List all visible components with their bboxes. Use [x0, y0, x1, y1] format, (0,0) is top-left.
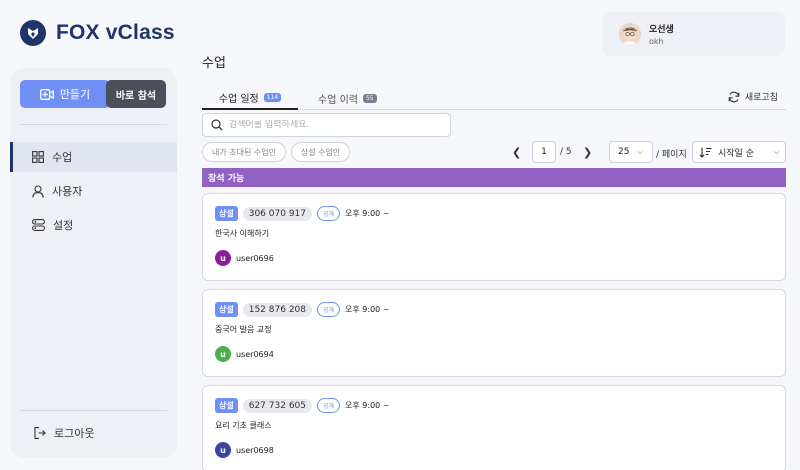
class-time: 오후 9:00 ~ — [345, 209, 390, 218]
sidebar-item-label: 설정 — [53, 219, 74, 232]
search-icon — [211, 119, 223, 131]
current-page-input[interactable]: 1 — [532, 141, 556, 163]
logout-label: 로그아웃 — [54, 427, 95, 440]
sidebar-item-settings[interactable]: 설정 — [10, 210, 177, 240]
host-name: user0694 — [236, 349, 274, 359]
class-code: 627 732 605 — [242, 398, 312, 413]
join-now-button[interactable]: 바로 참석 — [106, 80, 166, 108]
tab-count-badge: 114 — [263, 92, 282, 102]
tab-history[interactable]: 수업 이력 55 — [318, 86, 377, 110]
sidebar-divider — [20, 124, 167, 125]
sidebar-item-users[interactable]: 사용자 — [10, 176, 177, 206]
visibility-badge: 공개 — [317, 302, 341, 317]
visibility-badge: 공개 — [317, 398, 341, 413]
sort-value: 시작일 순 — [718, 148, 754, 159]
user-profile-card[interactable]: 오선생 okh — [603, 12, 785, 56]
video-add-icon — [39, 88, 54, 100]
sidebar-item-label: 수업 — [52, 151, 73, 164]
section-header-available: 참석 가능 — [202, 168, 786, 187]
class-time: 오후 9:00 ~ — [345, 401, 390, 410]
create-class-button[interactable]: 만들기 — [20, 80, 110, 108]
tab-label: 수업 이력 — [318, 94, 358, 106]
class-card[interactable]: 상설 627 732 605 공개 오후 9:00 ~ 요리 기초 클래스 u … — [202, 385, 786, 470]
prev-page-button[interactable]: ❮ — [512, 146, 521, 159]
per-page-select[interactable]: 25 ⌵ — [609, 141, 653, 163]
user-id: okh — [649, 37, 664, 46]
search-input[interactable] — [229, 120, 429, 130]
tab-count-badge: 55 — [362, 93, 377, 103]
refresh-label: 새로고침 — [744, 93, 778, 103]
sidebar: 만들기 바로 참석 수업 사용자 설정 로그아웃 — [10, 68, 177, 458]
grid-icon — [32, 151, 44, 163]
class-card[interactable]: 상설 152 876 208 공개 오후 9:00 ~ 중국어 발음 교정 u … — [202, 289, 786, 377]
logout-button[interactable]: 로그아웃 — [10, 418, 177, 448]
logout-icon — [34, 427, 46, 439]
host-avatar: u — [215, 346, 231, 362]
class-title: 한국사 이해하기 — [215, 229, 270, 238]
sidebar-item-classes[interactable]: 수업 — [10, 142, 177, 172]
sidebar-item-label: 사용자 — [52, 185, 83, 198]
fox-logo-icon — [20, 20, 46, 46]
per-page-value: 25 — [618, 147, 630, 157]
class-type-badge: 상설 — [215, 398, 238, 413]
refresh-button[interactable]: 새로고침 — [728, 90, 778, 103]
sort-select[interactable]: 시작일 순 ⌵ — [692, 141, 786, 163]
refresh-icon — [728, 91, 740, 102]
sort-icon — [699, 147, 712, 158]
host-name: user0698 — [236, 445, 274, 455]
host-name: user0696 — [236, 253, 274, 263]
chevron-down-icon: ⌵ — [773, 147, 780, 156]
next-page-button[interactable]: ❯ — [583, 146, 592, 159]
filter-permanent-only[interactable]: 상설 수업만 — [291, 142, 350, 162]
user-icon — [32, 184, 44, 198]
avatar — [619, 23, 641, 45]
class-title: 중국어 발음 교정 — [215, 325, 272, 334]
create-class-label: 만들기 — [59, 88, 91, 101]
search-box — [202, 113, 451, 137]
chevron-down-icon: ⌵ — [637, 147, 643, 156]
host-avatar: u — [215, 442, 231, 458]
class-code: 152 876 208 — [242, 302, 312, 317]
tab-schedule[interactable]: 수업 일정 114 — [202, 86, 298, 110]
visibility-badge: 공개 — [317, 206, 341, 221]
per-page-label: / 페이지 — [656, 150, 687, 160]
tab-bar: 수업 일정 114 수업 이력 55 새로고침 — [202, 86, 786, 110]
class-code: 306 070 917 — [242, 206, 312, 221]
user-name: 오선생 — [649, 25, 674, 35]
app-title: FOX vClass — [56, 21, 175, 44]
app-logo[interactable]: FOX vClass — [20, 20, 175, 46]
class-title: 요리 기초 클래스 — [215, 421, 272, 430]
filter-invited-only[interactable]: 내가 초대된 수업만 — [202, 142, 286, 162]
total-pages: / 5 — [560, 147, 572, 157]
page-title: 수업 — [202, 56, 226, 71]
class-time: 오후 9:00 ~ — [345, 305, 390, 314]
class-list: 상설 306 070 917 공개 오후 9:00 ~ 한국사 이해하기 u u… — [202, 193, 786, 470]
sidebar-divider — [20, 410, 167, 411]
class-card[interactable]: 상설 306 070 917 공개 오후 9:00 ~ 한국사 이해하기 u u… — [202, 193, 786, 281]
host-avatar: u — [215, 250, 231, 266]
class-type-badge: 상설 — [215, 206, 238, 221]
tab-label: 수업 일정 — [218, 93, 259, 105]
settings-icon — [32, 219, 45, 231]
class-type-badge: 상설 — [215, 302, 238, 317]
